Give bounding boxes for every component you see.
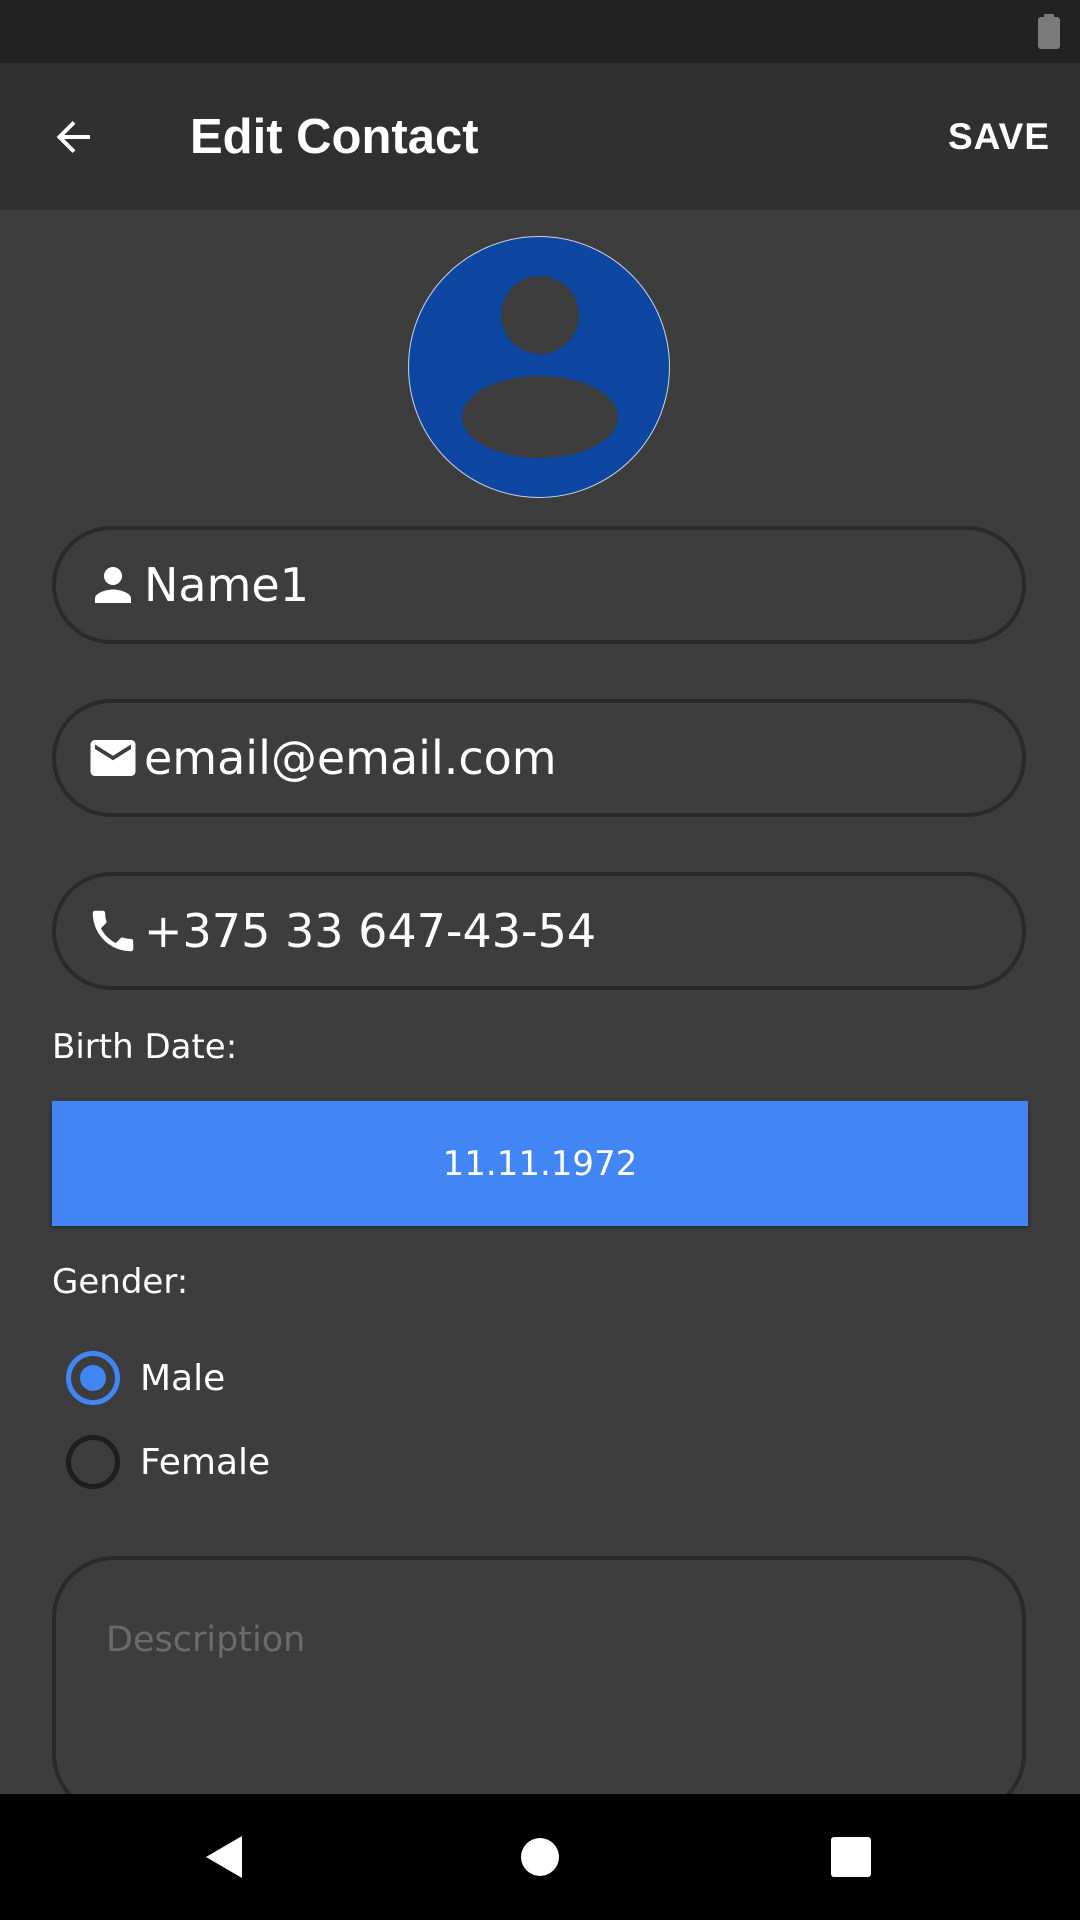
page-title: Edit Contact [190, 110, 479, 164]
phone-value: +375 33 647-43-54 [144, 904, 597, 958]
phone-field[interactable]: +375 33 647-43-54 [52, 872, 1026, 990]
birth-date-value: 11.11.1972 [442, 1143, 638, 1184]
nav-home-button[interactable] [505, 1822, 575, 1892]
name-value: Name1 [144, 558, 309, 612]
radio-checked-icon[interactable] [66, 1351, 120, 1405]
nav-back-button[interactable] [190, 1822, 260, 1892]
avatar[interactable] [408, 236, 670, 498]
person-avatar-icon [462, 276, 618, 458]
save-button[interactable]: SAVE [948, 109, 1050, 165]
nav-recents-icon [831, 1837, 871, 1877]
gender-option-label: Male [140, 1357, 226, 1399]
arrow-back-icon [56, 121, 90, 153]
gender-option-male[interactable]: Male [66, 1348, 225, 1408]
app-bar: Edit Contact SAVE [0, 63, 1080, 210]
description-placeholder: Description [106, 1620, 306, 1660]
nav-recents-button[interactable] [816, 1822, 886, 1892]
system-nav-bar [0, 1794, 1080, 1920]
phone-icon [92, 910, 134, 952]
back-button[interactable] [30, 101, 118, 173]
person-icon [95, 567, 131, 603]
nav-home-icon [521, 1838, 559, 1876]
birth-date-button[interactable]: 11.11.1972 [52, 1101, 1028, 1226]
gender-option-female[interactable]: Female [66, 1432, 270, 1492]
description-field[interactable]: Description [52, 1556, 1026, 1816]
email-field[interactable]: email@email.com [52, 699, 1026, 817]
email-value: email@email.com [144, 731, 557, 785]
battery-icon [1038, 14, 1060, 49]
status-bar [0, 0, 1080, 63]
edit-contact-screen: Edit Contact SAVE Name1 email@email.com … [0, 0, 1080, 1920]
birth-date-label: Birth Date: [52, 1027, 238, 1067]
gender-option-label: Female [140, 1441, 271, 1483]
email-icon [90, 740, 136, 776]
name-field[interactable]: Name1 [52, 526, 1026, 644]
gender-label: Gender: [52, 1262, 189, 1302]
radio-unchecked-icon[interactable] [66, 1435, 120, 1489]
nav-back-icon [206, 1836, 242, 1878]
